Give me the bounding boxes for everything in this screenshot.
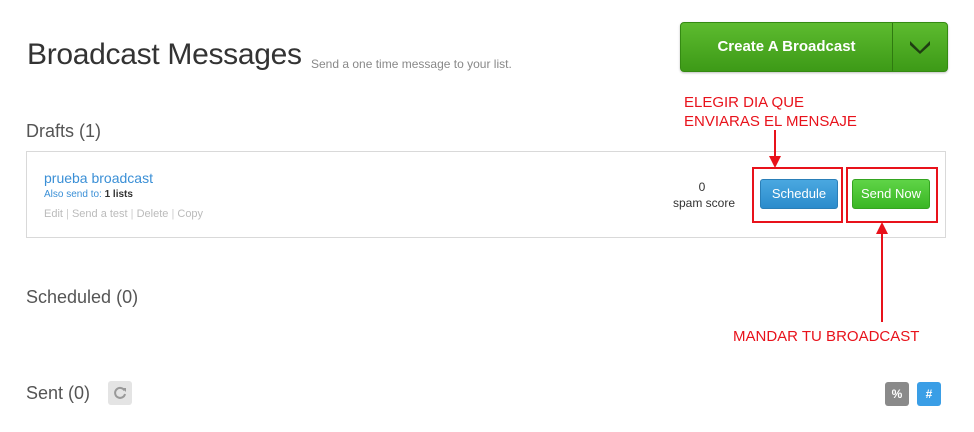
draft-name-link[interactable]: prueba broadcast bbox=[44, 170, 153, 186]
delete-link[interactable]: Delete bbox=[137, 208, 169, 220]
percent-toggle-button[interactable]: % bbox=[885, 382, 909, 406]
count-toggle-button[interactable]: # bbox=[917, 382, 941, 406]
schedule-annotation-line1: ELEGIR DIA QUE bbox=[684, 94, 805, 111]
sent-title: Sent (0) bbox=[26, 383, 91, 403]
send-now-highlight-box bbox=[846, 167, 938, 223]
refresh-button[interactable] bbox=[108, 381, 132, 405]
send-test-link[interactable]: Send a test bbox=[72, 208, 128, 220]
schedule-annotation-line2: ENVIARAS EL MENSAJE bbox=[684, 113, 857, 130]
scheduled-title: Scheduled (0) bbox=[26, 287, 139, 307]
copy-link[interactable]: Copy bbox=[177, 208, 203, 220]
also-send-prefix: Also send to: bbox=[44, 189, 102, 200]
edit-link[interactable]: Edit bbox=[44, 208, 63, 220]
create-broadcast-label: Create A Broadcast bbox=[717, 38, 856, 55]
create-broadcast-dropdown[interactable] bbox=[893, 23, 947, 71]
page-title: Broadcast Messages bbox=[27, 38, 302, 71]
spam-score-value: 0 bbox=[698, 180, 706, 194]
drafts-title: Drafts (1) bbox=[26, 121, 102, 141]
chevron-down-icon bbox=[910, 41, 930, 54]
schedule-highlight-box bbox=[752, 167, 843, 223]
send-annotation: MANDAR TU BROADCAST bbox=[733, 328, 920, 345]
spam-score-label: spam score bbox=[672, 196, 736, 210]
draft-also-send: Also send to: 1 lists bbox=[44, 189, 133, 200]
also-send-value: 1 lists bbox=[104, 189, 133, 200]
draft-actions: Edit | Send a test | Delete | Copy bbox=[44, 208, 203, 220]
refresh-icon bbox=[114, 386, 126, 399]
separator: | bbox=[130, 208, 134, 220]
separator: | bbox=[171, 208, 175, 220]
create-broadcast-button[interactable]: Create A Broadcast bbox=[680, 22, 948, 72]
separator: | bbox=[66, 208, 69, 220]
page-subtitle: Send a one time message to your list. bbox=[311, 57, 512, 71]
